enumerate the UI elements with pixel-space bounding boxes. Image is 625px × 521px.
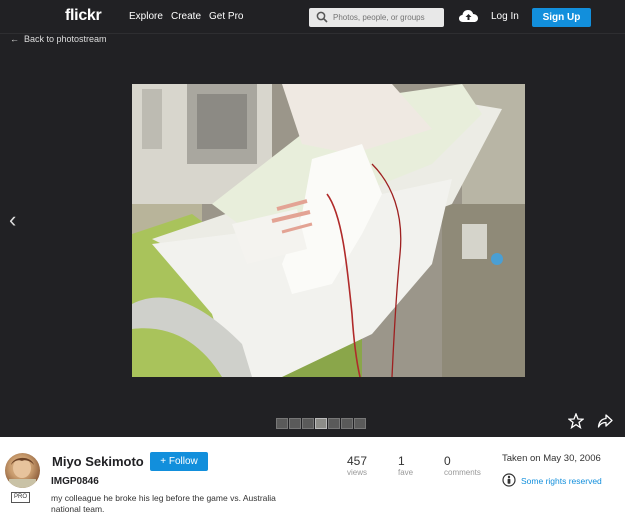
back-arrow-icon: ← xyxy=(10,34,19,44)
search-input[interactable] xyxy=(333,10,441,25)
filmstrip-thumb[interactable] xyxy=(276,418,288,429)
license-link[interactable]: Some rights reserved xyxy=(521,476,602,486)
upload-cloud-icon[interactable] xyxy=(459,9,478,23)
filmstrip-thumb-current[interactable] xyxy=(315,418,327,429)
pro-badge: PRO xyxy=(11,492,31,503)
share-arrow-icon[interactable] xyxy=(597,413,613,429)
faves-stat[interactable]: 1 fave xyxy=(398,454,413,477)
signup-button[interactable]: Sign Up xyxy=(532,8,591,27)
follow-button[interactable]: + Follow xyxy=(150,452,208,471)
photo-filmstrip xyxy=(276,416,367,434)
nav-create[interactable]: Create xyxy=(171,11,201,22)
filmstrip-thumb[interactable] xyxy=(354,418,366,429)
main-photo[interactable] xyxy=(132,84,525,377)
login-link[interactable]: Log In xyxy=(491,11,519,22)
photo-info-panel: PRO Miyo Sekimoto + Follow IMGP0846 my c… xyxy=(0,437,625,521)
favorite-star-icon[interactable] xyxy=(568,413,584,429)
faves-count: 1 xyxy=(398,454,405,468)
views-count: 457 xyxy=(347,454,368,468)
photo-description: my colleague he broke his leg before the… xyxy=(51,493,276,514)
back-to-photostream-link[interactable]: ← Back to photostream xyxy=(10,34,107,44)
search-icon[interactable] xyxy=(316,11,328,23)
filmstrip-thumb[interactable] xyxy=(328,418,340,429)
filmstrip-thumb[interactable] xyxy=(341,418,353,429)
photo-image xyxy=(132,84,525,377)
faves-label: fave xyxy=(398,468,414,477)
comments-label: comments xyxy=(444,468,481,477)
prev-chevron-icon[interactable]: ‹ xyxy=(9,207,16,233)
flickr-logo[interactable]: flickr xyxy=(65,7,102,25)
top-navigation-bar: flickr Explore Create Get Pro Log In Sig… xyxy=(0,0,625,34)
comments-count: 0 xyxy=(444,454,451,468)
date-taken: Taken on May 30, 2006 xyxy=(502,453,601,464)
license-icon[interactable] xyxy=(502,473,516,487)
search-box[interactable] xyxy=(309,8,444,27)
views-label: views xyxy=(347,468,368,477)
views-stat: 457 views xyxy=(347,454,367,477)
filmstrip-thumb[interactable] xyxy=(289,418,301,429)
comments-stat: 0 comments xyxy=(444,454,481,477)
avatar-image xyxy=(9,457,36,488)
photo-title: IMGP0846 xyxy=(51,476,99,487)
back-label: Back to photostream xyxy=(24,34,107,44)
nav-explore[interactable]: Explore xyxy=(129,11,163,22)
owner-avatar[interactable] xyxy=(5,453,40,488)
nav-get-pro[interactable]: Get Pro xyxy=(209,11,243,22)
filmstrip-thumb[interactable] xyxy=(302,418,314,429)
owner-name[interactable]: Miyo Sekimoto xyxy=(52,454,144,469)
